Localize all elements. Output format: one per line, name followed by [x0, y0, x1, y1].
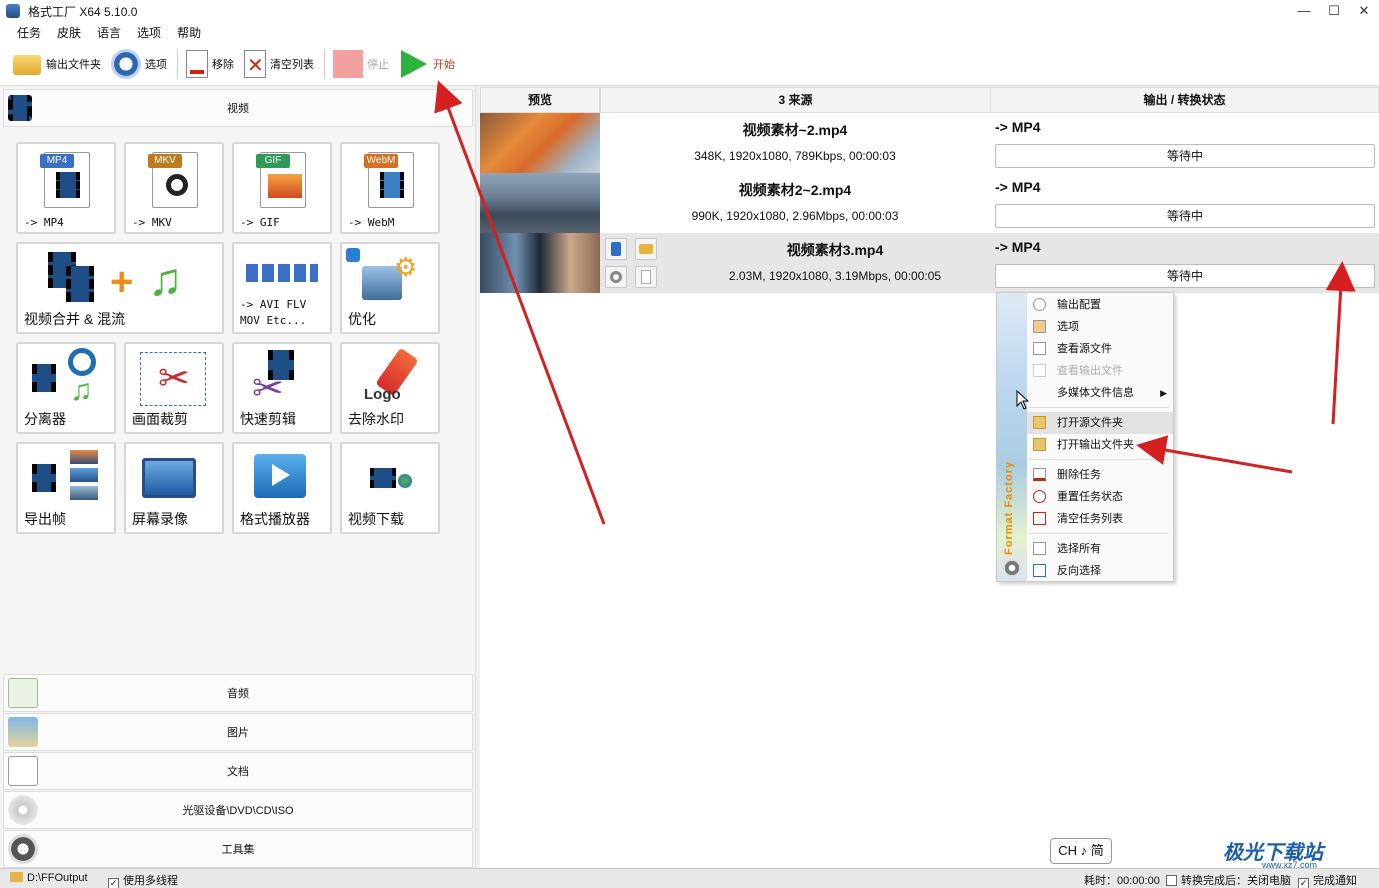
- arrow-to-status: [1325, 261, 1356, 425]
- checkbox-checked-icon: ✓: [108, 878, 119, 888]
- after-convert-checkbox[interactable]: 转换完成后：关闭电脑: [1166, 872, 1291, 888]
- status-bar: D:\FFOutput ✓ 使用多线程 耗时：00:00:00 转换完成后：关闭电…: [0, 868, 1379, 888]
- folder-icon: [10, 872, 23, 882]
- multithread-label: 使用多线程: [123, 875, 178, 887]
- after-convert-label: 转换完成后：关闭电脑: [1181, 875, 1291, 887]
- checkbox-icon: [1166, 875, 1177, 886]
- arrow-to-start: [434, 80, 606, 525]
- ime-indicator[interactable]: CH ♪ 简: [1050, 838, 1112, 864]
- output-path[interactable]: D:\FFOutput: [10, 872, 88, 884]
- annotation-arrows: [434, 80, 1356, 525]
- arrow-to-open-output: [1136, 435, 1293, 474]
- output-path-label: D:\FFOutput: [27, 872, 88, 884]
- notify-checkbox[interactable]: ✓ 完成通知: [1298, 872, 1357, 888]
- notify-label: 完成通知: [1313, 875, 1357, 887]
- checkbox-checked-icon: ✓: [1298, 878, 1309, 888]
- multithread-checkbox[interactable]: ✓ 使用多线程: [108, 872, 178, 888]
- elapsed-time: 耗时：00:00:00: [1084, 875, 1160, 887]
